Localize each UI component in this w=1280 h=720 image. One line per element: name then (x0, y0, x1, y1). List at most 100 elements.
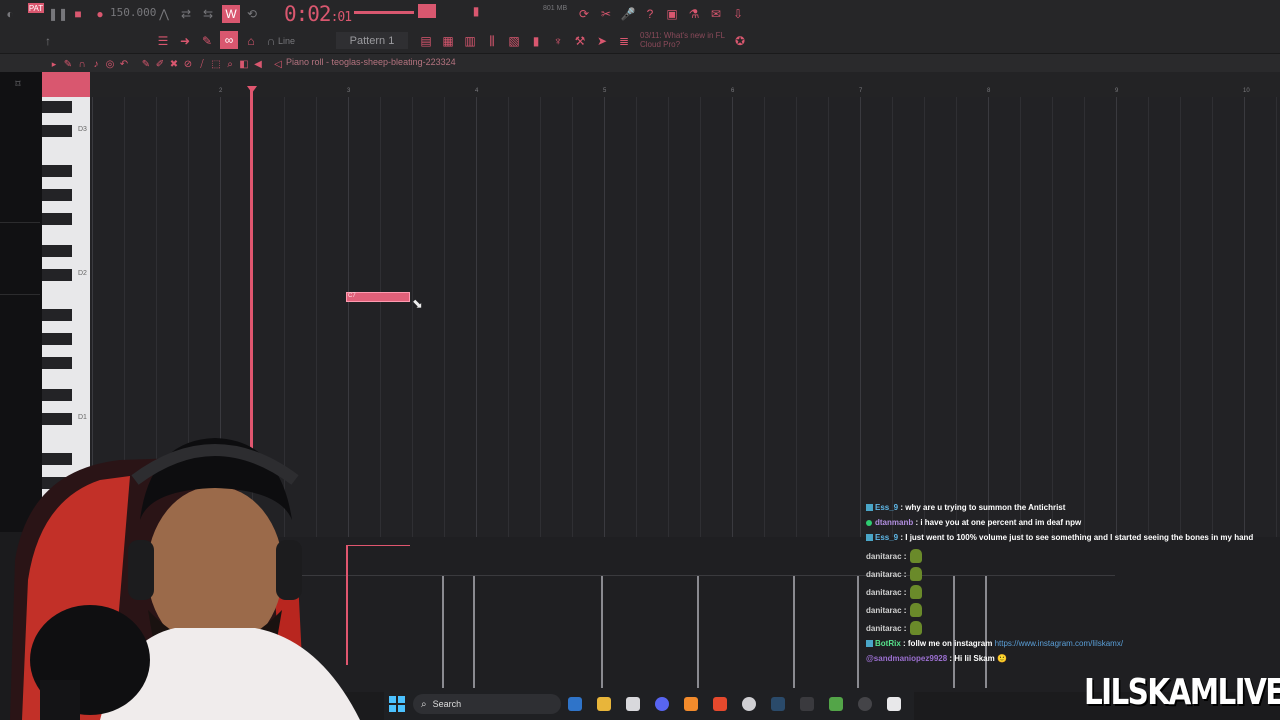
tools-menu-icon[interactable]: ☰ (155, 33, 171, 49)
chat-username[interactable]: dtanmanb (875, 518, 913, 527)
plugin-picker-icon[interactable]: ▮ (528, 33, 544, 49)
pause-icon[interactable]: ❚❚ (48, 6, 68, 22)
brave-icon[interactable] (713, 697, 727, 711)
timeline-ruler[interactable] (42, 72, 1280, 97)
playlist-icon[interactable]: ▤ (418, 33, 434, 49)
touch-keyboard-icon[interactable]: ♆ (550, 33, 566, 49)
kick-icon[interactable] (858, 697, 872, 711)
velocity-bar[interactable] (442, 576, 444, 688)
chat-username[interactable]: danitarac (866, 606, 902, 615)
save-icon[interactable]: ▣ (664, 6, 680, 22)
velocity-bar[interactable] (793, 576, 795, 688)
chat-username[interactable]: @sandmaniopez9928 (866, 654, 947, 663)
store-icon[interactable] (626, 697, 640, 711)
chat-link[interactable]: https://www.instagram.com/lilskamx/ (995, 639, 1123, 648)
download-icon[interactable]: ⇩ (730, 6, 746, 22)
record-icon[interactable]: ● (92, 6, 108, 22)
grid-line (860, 97, 861, 537)
plugin-icon[interactable]: ⚗ (686, 6, 702, 22)
channel-rack-icon[interactable]: ▥ (462, 33, 478, 49)
blend-notes-icon[interactable]: W (222, 5, 240, 23)
fl-studio-icon[interactable] (684, 697, 698, 711)
black-key[interactable] (42, 309, 72, 321)
piano-roll-icon[interactable]: ⌂ (243, 33, 259, 49)
grid-line (476, 97, 477, 537)
speaker-icon[interactable]: ◀ (250, 56, 266, 72)
chat-icon[interactable]: ✉ (708, 6, 724, 22)
master-volume-meter[interactable] (354, 11, 414, 14)
black-key[interactable] (42, 125, 72, 137)
instrument-arrow-icon[interactable]: ◁ (270, 56, 286, 72)
wrench-icon[interactable]: ⚒ (572, 33, 588, 49)
chrome-icon[interactable] (742, 697, 756, 711)
chat-username[interactable]: danitarac (866, 570, 902, 579)
countdown-icon[interactable]: ⇆ (200, 6, 216, 22)
news-ticker[interactable]: 03/11: What's new in FL Cloud Pro? (640, 31, 730, 49)
undo-history-icon[interactable]: ⟳ (576, 6, 592, 22)
key-label-d1: D1 (78, 414, 87, 421)
velocity-bar[interactable] (953, 576, 955, 688)
chat-username[interactable]: Ess_9 (875, 503, 898, 512)
mixer-icon[interactable]: ⫼ (484, 33, 500, 49)
velocity-bar[interactable] (985, 576, 987, 688)
playhead[interactable] (250, 88, 253, 458)
file-explorer-icon[interactable] (597, 697, 611, 711)
snap-mode[interactable]: Line (278, 36, 295, 46)
send-icon[interactable]: ➤ (594, 33, 610, 49)
discord-icon[interactable] (655, 697, 669, 711)
chat-username[interactable]: danitarac (866, 624, 902, 633)
taskbar-search[interactable]: ⌕ Search (413, 694, 561, 714)
snap-magnet-icon[interactable]: ∩ (263, 33, 279, 49)
capcut-icon[interactable] (887, 697, 901, 711)
velocity-bar[interactable] (697, 576, 699, 688)
news-icon[interactable]: ≣ (616, 33, 632, 49)
chat-username[interactable]: BotRix (875, 639, 901, 648)
grid-line (540, 97, 541, 537)
cut-icon[interactable]: ✂ (598, 6, 614, 22)
stop-icon[interactable]: ■ (70, 6, 86, 22)
black-key[interactable] (42, 189, 72, 201)
folder-icon[interactable]: ⌑ (10, 76, 26, 92)
black-key[interactable] (42, 413, 72, 425)
metronome-icon[interactable]: ⋀ (156, 6, 172, 22)
black-key[interactable] (42, 101, 72, 113)
grid-line (636, 97, 637, 537)
fl-logo-icon[interactable]: ◐ (2, 6, 18, 22)
undo-icon[interactable]: ↶ (116, 56, 132, 72)
velocity-bar[interactable] (601, 576, 603, 688)
browser-icon[interactable]: ▧ (506, 33, 522, 49)
velocity-bar[interactable] (473, 576, 475, 688)
black-key[interactable] (42, 333, 72, 345)
velocity-bar[interactable] (857, 576, 859, 688)
chat-username[interactable]: Ess_9 (875, 533, 898, 542)
chat-text: : follw me on instagram (900, 639, 995, 648)
pencil-icon[interactable]: ✎ (199, 33, 215, 49)
pat-song-toggle[interactable]: PAT (28, 3, 44, 13)
piano-roll-view-icon[interactable]: ▦ (440, 33, 456, 49)
wait-icon[interactable]: ⇄ (178, 6, 194, 22)
windows-start-icon[interactable] (389, 696, 405, 712)
arrow-right-icon[interactable]: ➜ (177, 33, 193, 49)
copilot-icon[interactable] (568, 697, 582, 711)
link-icon[interactable]: ∞ (220, 31, 238, 49)
black-key[interactable] (42, 245, 72, 257)
app-icon[interactable] (800, 697, 814, 711)
help-icon[interactable]: ? (642, 6, 658, 22)
black-key[interactable] (42, 165, 72, 177)
steam-icon[interactable] (771, 697, 785, 711)
black-key[interactable] (42, 389, 72, 401)
tempo-display[interactable]: 150.000 (110, 6, 156, 19)
maps-icon[interactable] (829, 697, 843, 711)
microphone-icon[interactable]: 🎤 (620, 6, 636, 22)
pattern-selector[interactable]: Pattern 1 (336, 32, 408, 49)
chat-username[interactable]: danitarac (866, 552, 902, 561)
black-key[interactable] (42, 269, 72, 281)
black-key[interactable] (42, 357, 72, 369)
loop-record-icon[interactable]: ⟲ (244, 6, 260, 22)
grid-line (380, 97, 381, 537)
chat-username[interactable]: danitarac (866, 588, 902, 597)
cloud-icon[interactable]: ✪ (732, 33, 748, 49)
grid-line (892, 97, 893, 537)
black-key[interactable] (42, 213, 72, 225)
pin-icon[interactable]: ↑ (40, 33, 56, 49)
